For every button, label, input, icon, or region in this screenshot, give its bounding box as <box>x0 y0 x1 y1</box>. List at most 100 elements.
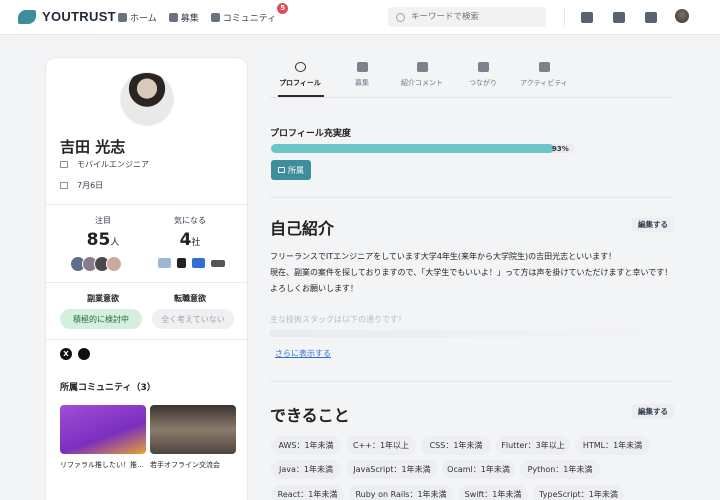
home-icon <box>118 13 127 22</box>
logo[interactable]: YOUTRUST <box>18 9 116 24</box>
tab-profile[interactable]: プロフィール <box>270 62 330 88</box>
person-circle-icon <box>294 62 306 72</box>
nav-jobs[interactable]: 募集 <box>168 11 199 24</box>
briefcase-icon <box>60 161 68 168</box>
header-actions <box>581 9 689 23</box>
notification-badge: 5 <box>277 3 289 14</box>
tab-jobs-label: 募集 <box>355 79 369 87</box>
briefcase-icon <box>168 13 178 22</box>
community-thumbnail[interactable] <box>60 405 146 454</box>
skill-chip[interactable]: React：1年未満 <box>271 485 344 500</box>
section-divider <box>270 381 672 382</box>
bell-icon[interactable] <box>613 11 625 23</box>
skill-chip[interactable]: HTML：1年未満 <box>575 436 650 455</box>
skill-chip[interactable]: Ruby on Rails：1年未満 <box>349 485 453 500</box>
nav-community-label: コミュニティ <box>222 14 277 24</box>
profile-tabs: プロフィール 募集 紹介コメント つながり アクティビティ <box>270 62 580 94</box>
cake-icon <box>60 182 68 189</box>
people-icon <box>210 13 220 22</box>
skill-chip[interactable]: Flutter：3年以上 <box>496 436 570 455</box>
attention-avatars[interactable] <box>70 256 122 272</box>
profile-card: 吉田 光志 モバイルエンジニア 7月6日 注目 85人 気になる 4社 副業意欲… <box>46 58 247 500</box>
nav-community[interactable]: コミュニティ 5 <box>210 3 289 24</box>
profile-name: 吉田 光志 <box>60 138 126 156</box>
tab-connections-label: つながり <box>469 79 497 87</box>
interest-label: 気になる <box>174 216 206 225</box>
briefcase-icon <box>278 167 285 173</box>
mail-icon[interactable] <box>645 11 657 23</box>
tab-profile-label: プロフィール <box>279 79 321 87</box>
profile-job: モバイルエンジニア <box>60 159 149 170</box>
intro-line: 現在、副業の案件を探しておりますので、「大学生でもいいよ！」って方は声を掛けてい… <box>270 268 673 277</box>
community-thumbnail[interactable] <box>150 405 236 454</box>
nav-home[interactable]: ホーム <box>118 11 157 24</box>
tab-activity-label: アクティビティ <box>520 79 568 87</box>
community-name[interactable]: 若手オフライン交流会 <box>150 460 238 470</box>
interest-count-unit: 社 <box>191 238 201 248</box>
search-box[interactable] <box>388 7 546 27</box>
skill-chip[interactable]: Python：1年未満 <box>520 460 600 479</box>
profile-birthday-text: 7月6日 <box>77 181 104 190</box>
skill-chip[interactable]: C++：1年以上 <box>346 436 416 455</box>
attention-count-value: 85 <box>86 230 111 250</box>
intro-fade-overlay <box>270 330 672 337</box>
x-icon[interactable]: X <box>60 348 72 360</box>
card-divider <box>46 204 247 205</box>
tab-activity[interactable]: アクティビティ <box>514 62 574 88</box>
card-divider <box>46 282 247 283</box>
side-job-status: 積極的に検討中 <box>60 309 142 329</box>
tabs-divider <box>270 97 672 98</box>
nav-jobs-label: 募集 <box>180 14 199 24</box>
company-logo <box>177 258 186 268</box>
tab-comments[interactable]: 紹介コメント <box>392 62 452 88</box>
completeness-title: プロフィール充実度 <box>270 129 351 139</box>
skill-chip[interactable]: AWS：1年未満 <box>271 436 341 455</box>
card-divider <box>46 339 247 340</box>
section-divider <box>270 197 672 198</box>
profile-birthday: 7月6日 <box>60 180 103 191</box>
tab-jobs[interactable]: 募集 <box>332 62 392 88</box>
skill-chip[interactable]: CSS：1年未満 <box>421 436 491 455</box>
top-bar: YOUTRUST ホーム 募集 コミュニティ 5 <box>0 0 720 35</box>
intro-line: よろしくお願いします！ <box>270 284 358 293</box>
attention-count[interactable]: 85人 <box>73 230 133 250</box>
skills-edit-button[interactable]: 編集する <box>632 404 674 419</box>
add-person-icon[interactable] <box>581 11 593 23</box>
briefcase-icon <box>356 62 368 72</box>
intro-title: 自己紹介 <box>270 219 335 238</box>
show-more-link[interactable]: さらに表示する <box>275 348 331 359</box>
communities-title: 所属コミュニティ（3） <box>60 383 156 393</box>
profile-avatar <box>120 72 174 126</box>
people-icon <box>477 62 489 72</box>
logo-text: YOUTRUST <box>42 9 116 24</box>
skill-chip[interactable]: Ocaml：1年未満 <box>442 460 515 479</box>
interest-count[interactable]: 4社 <box>160 230 220 250</box>
main-nav: ホーム 募集 コミュニティ 5 <box>118 3 289 24</box>
header-divider <box>564 8 565 26</box>
sns-links: X <box>60 348 90 360</box>
attention-label: 注目 <box>95 216 111 225</box>
tab-connections[interactable]: つながり <box>453 62 513 88</box>
logo-mark-icon <box>18 9 36 24</box>
search-input[interactable] <box>411 12 531 22</box>
nav-home-label: ホーム <box>130 14 157 24</box>
intro-edit-button[interactable]: 編集する <box>632 217 674 232</box>
avatar <box>106 256 122 272</box>
community-name[interactable]: リファラル推したい！推... <box>60 460 148 470</box>
skill-chip[interactable]: TypeScript：1年未満 <box>533 485 624 500</box>
company-logo <box>211 259 225 267</box>
github-icon[interactable] <box>78 348 90 360</box>
side-job-label: 副業意欲 <box>87 294 119 303</box>
job-change-status: 全く考えていない <box>152 309 234 329</box>
search-icon <box>396 12 405 22</box>
completeness-bar <box>271 144 554 153</box>
skill-chip[interactable]: Swift：1年未満 <box>458 485 528 500</box>
comment-icon <box>416 62 428 72</box>
company-logos[interactable] <box>158 258 225 268</box>
intro-line: フリーランスでITエンジニアをしています大学4年生(来年から大学院生)の吉田光志… <box>270 252 617 261</box>
skill-chip[interactable]: Java：1年未満 <box>271 460 341 479</box>
skill-chip[interactable]: JavaScript：1年未満 <box>346 460 438 479</box>
user-avatar[interactable] <box>675 9 689 23</box>
affiliation-button[interactable]: 所属 <box>271 160 311 180</box>
attention-count-unit: 人 <box>110 238 120 248</box>
